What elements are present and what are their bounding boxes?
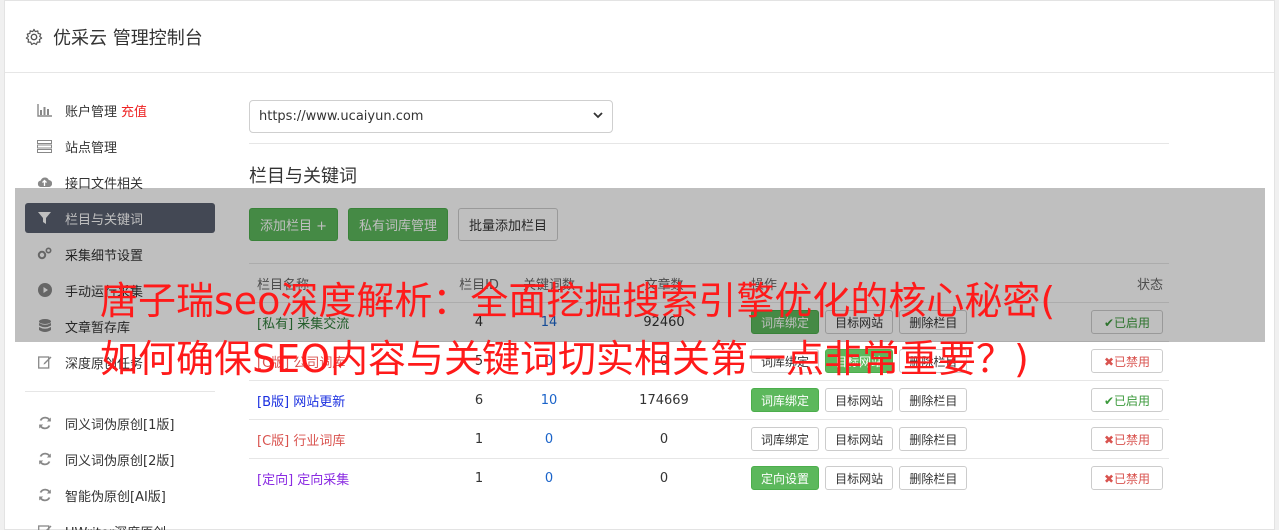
target-site-button[interactable]: 目标网站 (825, 466, 894, 491)
sidebar-item-label: 同义词伪原创[2版] (65, 453, 175, 469)
overlay-headline-line1: 唐子瑞seo深度解析：全面挖掘搜索引擎优化的核心秘密( (100, 279, 1056, 323)
column-name: 行业词库 (293, 433, 346, 449)
app-title: 优采云 管理控制台 (53, 27, 203, 49)
sidebar-item-label: 站点管理 (65, 140, 118, 156)
edit-icon (37, 355, 52, 370)
table-row: [C版] 行业词库 1 0 0 词库绑定 目标网站 删除栏目 ✖已禁用 (249, 419, 1169, 459)
sidebar-item-label: 智能伪原创[AI版] (65, 489, 166, 505)
recharge-link[interactable]: 充值 (121, 101, 147, 120)
article-count: 0 (589, 458, 739, 498)
sidebar-item-sites[interactable]: 站点管理 (25, 131, 215, 161)
sidebar-item-label: UWriter深度原创 (65, 522, 166, 530)
table-row: [B版] 网站更新 6 10 174669 词库绑定 目标网站 删除栏目 ✔已启… (249, 380, 1169, 420)
column-name-cell[interactable]: [B版] 网站更新 (249, 380, 449, 420)
target-site-button[interactable]: 目标网站 (825, 388, 894, 412)
edit-icon (37, 524, 52, 530)
lexicon-bind-button[interactable]: 词库绑定 (751, 388, 820, 412)
sidebar-item-ai-rewrite[interactable]: 智能伪原创[AI版] (25, 480, 215, 510)
article-count: 0 (589, 419, 739, 459)
status-toggle[interactable]: ✖已禁用 (1090, 427, 1163, 451)
refresh-icon (37, 452, 52, 467)
sidebar-item-label: 同义词伪原创[1版] (65, 417, 175, 433)
gear-icon (25, 28, 43, 45)
delete-column-button[interactable]: 删除栏目 (899, 388, 968, 412)
refresh-icon (37, 488, 52, 503)
status-toggle[interactable]: ✔已启用 (1090, 388, 1163, 412)
delete-column-button[interactable]: 删除栏目 (899, 427, 968, 451)
status-cell: ✖已禁用 (1014, 419, 1169, 459)
site-select-value: https://www.ucaiyun.com (259, 109, 424, 124)
keyword-count[interactable]: 0 (509, 458, 589, 498)
sidebar-item-label: 账户管理 (65, 104, 118, 120)
divider (249, 143, 1169, 144)
status-cell: ✔已启用 (1014, 380, 1169, 420)
server-icon (37, 139, 52, 154)
section-title: 栏目与关键词 (249, 166, 357, 187)
keyword-count[interactable]: 10 (509, 380, 589, 420)
overlay-headline-line2: 如何确保SEO内容与关键词切实相关第一点非常重要？) (100, 337, 1029, 381)
ops-cell: 词库绑定 目标网站 删除栏目 (739, 419, 1014, 459)
column-name-cell[interactable]: [C版] 行业词库 (249, 419, 449, 459)
table-row: [定向] 定向采集 1 0 0 定向设置 目标网站 删除栏目 ✖已禁用 (249, 458, 1169, 498)
keyword-count[interactable]: 0 (509, 419, 589, 459)
column-id: 6 (449, 380, 509, 420)
column-tag: [B版] (257, 394, 290, 410)
directed-settings-button[interactable]: 定向设置 (751, 466, 820, 491)
top-bar: 优采云 管理控制台 (5, 1, 1274, 73)
lexicon-bind-button[interactable]: 词库绑定 (751, 427, 820, 451)
sidebar-divider (25, 391, 215, 392)
delete-column-button[interactable]: 删除栏目 (899, 466, 968, 491)
status-toggle[interactable]: ✖已禁用 (1090, 349, 1163, 373)
sidebar-item-account[interactable]: 账户管理 充值 (25, 95, 215, 125)
column-id: 1 (449, 419, 509, 459)
bar-chart-icon (37, 103, 52, 118)
column-name: 网站更新 (293, 394, 346, 410)
ops-cell: 词库绑定 目标网站 删除栏目 (739, 380, 1014, 420)
target-site-button[interactable]: 目标网站 (825, 427, 894, 451)
column-id: 1 (449, 458, 509, 498)
column-name-cell[interactable]: [定向] 定向采集 (249, 458, 449, 498)
sidebar-item-uwriter[interactable]: UWriter深度原创 (25, 516, 215, 530)
status-toggle[interactable]: ✖已禁用 (1090, 466, 1163, 491)
column-tag: [定向] (257, 472, 294, 488)
refresh-icon (37, 416, 52, 431)
column-tag: [C版] (257, 433, 290, 449)
site-select[interactable]: https://www.ucaiyun.com (249, 100, 613, 133)
chevron-down-icon (593, 112, 603, 119)
status-cell: ✖已禁用 (1014, 341, 1169, 381)
status-cell: ✖已禁用 (1014, 458, 1169, 498)
sidebar-item-synonym-v2[interactable]: 同义词伪原创[2版] (25, 444, 215, 474)
column-name: 定向采集 (297, 472, 350, 488)
article-count: 174669 (589, 380, 739, 420)
ops-cell: 定向设置 目标网站 删除栏目 (739, 458, 1014, 498)
sidebar-item-synonym-v1[interactable]: 同义词伪原创[1版] (25, 408, 215, 438)
